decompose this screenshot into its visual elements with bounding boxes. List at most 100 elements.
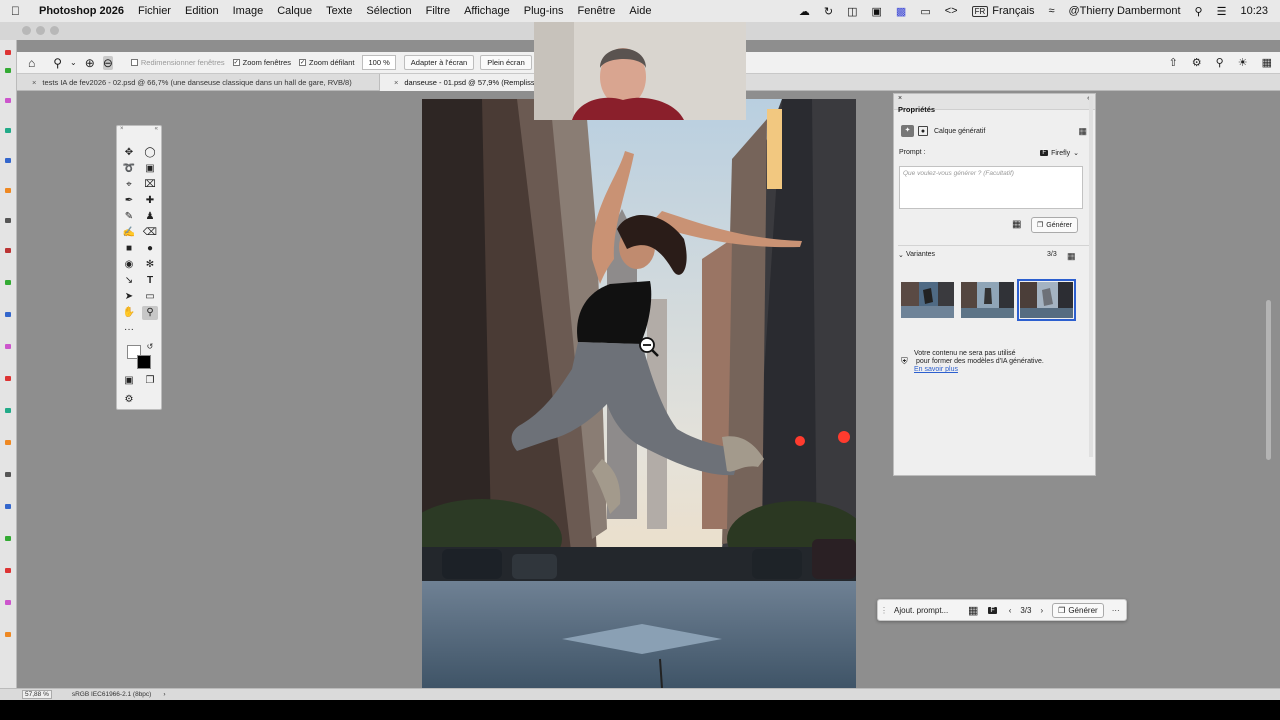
next-variant-icon[interactable]: › bbox=[1040, 606, 1043, 615]
grid-view-icon[interactable]: ▦ bbox=[1067, 251, 1076, 262]
menu-fichier[interactable]: Fichier bbox=[138, 5, 171, 17]
zoom-out-icon[interactable]: ⊖ bbox=[102, 55, 113, 70]
notifications-icon[interactable]: ⚙ bbox=[1192, 56, 1202, 69]
type-tool-icon[interactable]: T bbox=[142, 274, 158, 288]
menu-texte[interactable]: Texte bbox=[326, 5, 352, 17]
chevron-down-icon[interactable]: ⌄ bbox=[898, 251, 904, 259]
battery-icon[interactable]: ▭ bbox=[920, 5, 930, 18]
close-window-icon[interactable] bbox=[22, 26, 31, 35]
clone-stamp-icon[interactable]: ♟ bbox=[142, 210, 158, 224]
variant-thumbnail[interactable] bbox=[961, 282, 1014, 318]
generative-options-icon[interactable]: ▦ bbox=[1078, 126, 1087, 137]
dock-item[interactable] bbox=[5, 158, 11, 163]
prompt-input[interactable]: Que voulez-vous générer ? (Facultatif) bbox=[899, 166, 1083, 209]
blur-tool-icon[interactable]: ● bbox=[142, 242, 158, 256]
move-tool-icon[interactable]: ✥ bbox=[121, 146, 137, 160]
language-code[interactable]: FR bbox=[971, 5, 989, 17]
fit-screen-button[interactable]: Adapter à l'écran bbox=[403, 55, 475, 70]
dock-item[interactable] bbox=[5, 600, 11, 605]
menu-plugins[interactable]: Plug-ins bbox=[524, 5, 564, 17]
lasso-tool-icon[interactable]: ➰ bbox=[121, 162, 137, 176]
discover-icon[interactable]: ☀ bbox=[1238, 56, 1248, 69]
display-icon[interactable]: ▩ bbox=[896, 5, 906, 18]
dock-item[interactable] bbox=[5, 376, 11, 381]
tab-danseuse[interactable]: × danseuse - 01.psd @ 57,9% (Remplissage… bbox=[380, 74, 550, 91]
model-selector[interactable]: F Firefly ⌄ bbox=[1040, 149, 1079, 157]
hand-tool-icon[interactable]: ✋ bbox=[121, 306, 137, 320]
dock-item[interactable] bbox=[5, 440, 11, 445]
more-options-icon[interactable]: ··· bbox=[1112, 606, 1120, 615]
share-icon[interactable]: ⇧ bbox=[1169, 56, 1178, 69]
ellipse-marquee-icon[interactable]: ◯ bbox=[142, 146, 158, 160]
user-name[interactable]: @Thierry Dambermont bbox=[1069, 5, 1181, 17]
zoom-in-icon[interactable]: ⊕ bbox=[85, 56, 95, 70]
zoom-windows-checkbox[interactable]: ✓ bbox=[232, 59, 240, 66]
apple-icon[interactable]:  bbox=[11, 4, 27, 18]
menu-selection[interactable]: Sélection bbox=[366, 5, 411, 17]
close-tab-icon[interactable]: × bbox=[32, 78, 36, 87]
menu-image[interactable]: Image bbox=[233, 5, 264, 17]
background-color-swatch[interactable] bbox=[137, 355, 151, 369]
more-tools-icon[interactable]: ··· bbox=[121, 323, 137, 337]
object-selection-icon[interactable]: ▣ bbox=[142, 162, 158, 176]
scrubby-zoom-option[interactable]: ✓ Zoom défilant bbox=[299, 58, 354, 67]
zoom-windows-option[interactable]: ✓ Zoom fenêtres bbox=[232, 58, 291, 67]
eyedropper-icon[interactable]: ✒ bbox=[121, 194, 137, 208]
swap-colors-icon[interactable]: ↺ bbox=[142, 340, 158, 354]
menu-aide[interactable]: Aide bbox=[629, 5, 651, 17]
code-icon[interactable]: <> bbox=[945, 5, 958, 17]
document-canvas[interactable] bbox=[422, 99, 856, 688]
eraser-tool-icon[interactable]: ⌫ bbox=[142, 226, 158, 240]
close-tab-icon[interactable]: × bbox=[394, 78, 398, 87]
monitor-icon[interactable]: ▣ bbox=[872, 5, 882, 18]
healing-brush-icon[interactable]: ✚ bbox=[142, 194, 158, 208]
chevron-right-icon[interactable]: › bbox=[163, 691, 165, 698]
path-selection-icon[interactable]: ↘ bbox=[121, 274, 137, 288]
vertical-scrollbar[interactable] bbox=[1266, 300, 1271, 460]
menu-calque[interactable]: Calque bbox=[277, 5, 312, 17]
clock[interactable]: 10:23 bbox=[1240, 5, 1268, 17]
resize-windows-checkbox[interactable] bbox=[130, 59, 138, 66]
scrubby-zoom-checkbox[interactable]: ✓ bbox=[299, 59, 307, 66]
zoom-tool-icon[interactable]: ⚲ bbox=[142, 306, 158, 320]
zoom-level[interactable]: 57,88 % bbox=[22, 690, 52, 699]
firefly-icon[interactable]: F bbox=[988, 606, 997, 614]
dock-item[interactable] bbox=[5, 128, 11, 133]
minimize-window-icon[interactable] bbox=[36, 26, 45, 35]
screen-mode-icon[interactable]: ❐ bbox=[142, 374, 158, 388]
resize-windows-option[interactable]: Redimensionner fenêtres bbox=[130, 58, 225, 67]
drag-handle-icon[interactable]: ⋮ bbox=[880, 606, 888, 615]
dock-item[interactable] bbox=[5, 50, 11, 55]
frame-tool-icon[interactable]: ⌧ bbox=[142, 178, 158, 192]
dock-item[interactable] bbox=[5, 632, 11, 637]
zoom-value-field[interactable]: 100 % bbox=[362, 55, 396, 70]
gradient-tool-icon[interactable]: ■ bbox=[121, 242, 137, 256]
dock-item[interactable] bbox=[5, 68, 11, 73]
generate-button[interactable]: ❐ Générer bbox=[1052, 602, 1104, 618]
tab-tests-ia[interactable]: × tests IA de fev2026 - 02.psd @ 66,7% (… bbox=[18, 74, 380, 91]
workspace-icon[interactable]: ▦ bbox=[1262, 56, 1272, 69]
dock-item[interactable] bbox=[5, 472, 11, 477]
reference-image-icon[interactable]: ▦ bbox=[968, 604, 978, 617]
creative-cloud-icon[interactable]: ☁ bbox=[799, 5, 810, 18]
full-screen-button[interactable]: Plein écran bbox=[480, 55, 532, 70]
search-icon[interactable]: ⚲ bbox=[1216, 56, 1224, 69]
zoom-window-icon[interactable] bbox=[50, 26, 59, 35]
variant-thumbnail[interactable] bbox=[901, 282, 954, 318]
dock-item[interactable] bbox=[5, 248, 11, 253]
mask-icon[interactable]: ● bbox=[918, 126, 928, 136]
reference-image-icon[interactable]: ▦ bbox=[1012, 219, 1021, 230]
direct-selection-icon[interactable]: ➤ bbox=[121, 290, 137, 304]
dock-item[interactable] bbox=[5, 312, 11, 317]
crop-tool-icon[interactable]: ⌖ bbox=[121, 178, 137, 192]
dock-item[interactable] bbox=[5, 344, 11, 349]
menu-filtre[interactable]: Filtre bbox=[426, 5, 450, 17]
edit-toolbar-icon[interactable]: ⚙ bbox=[121, 393, 137, 407]
language-label[interactable]: Français bbox=[992, 5, 1034, 17]
previous-variant-icon[interactable]: ‹ bbox=[1009, 606, 1012, 615]
prompt-field[interactable]: Ajout. prompt... bbox=[894, 606, 956, 615]
control-center-icon[interactable]: ☰ bbox=[1217, 5, 1227, 18]
home-icon[interactable]: ⌂ bbox=[28, 56, 35, 70]
rectangle-tool-icon[interactable]: ▭ bbox=[142, 290, 158, 304]
quick-mask-icon[interactable]: ▣ bbox=[121, 374, 137, 388]
